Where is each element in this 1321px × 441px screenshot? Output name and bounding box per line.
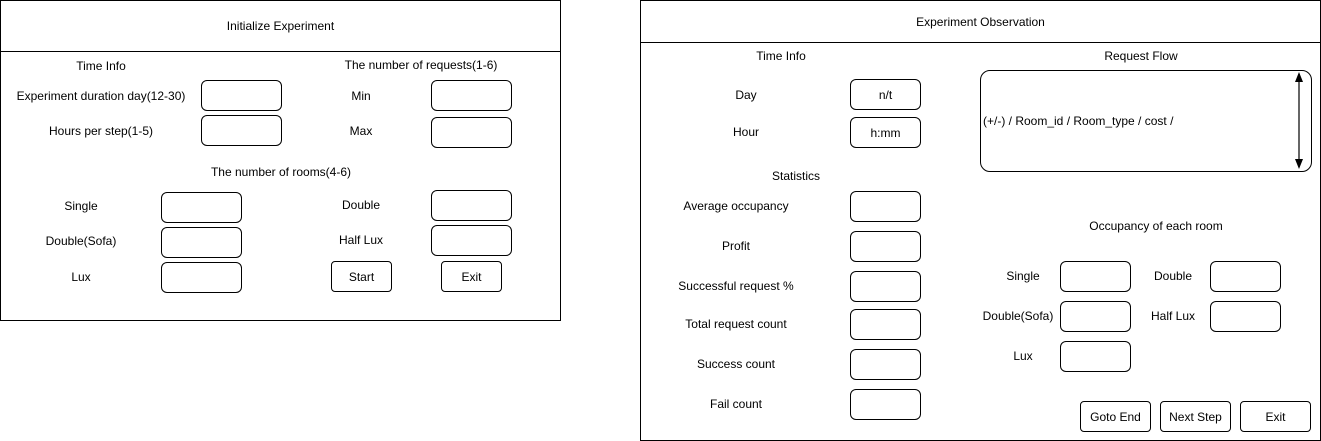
time-info-heading: Time Info	[756, 49, 806, 63]
max-label: Max	[349, 124, 373, 138]
double-occupancy-display	[1210, 261, 1281, 292]
arrow-up-icon[interactable]	[1295, 72, 1303, 82]
single-label: Single	[64, 199, 98, 213]
window-titlebar: Initialize Experiment	[1, 1, 560, 52]
window-title: Experiment Observation	[916, 14, 1045, 29]
hour-display: h:mm	[850, 117, 921, 148]
lux-label: Lux	[71, 270, 91, 284]
total-request-count-label: Total request count	[685, 317, 787, 331]
single-rooms-input[interactable]	[161, 192, 242, 223]
max-requests-input[interactable]	[431, 117, 512, 148]
double-rooms-input[interactable]	[431, 190, 512, 221]
request-flow-list[interactable]: (+/-) / Room_id / Room_type / cost /	[980, 70, 1312, 172]
hours-per-step-input[interactable]	[201, 115, 282, 146]
double-label: Double	[341, 198, 381, 212]
fail-count-display	[850, 389, 921, 420]
lux-label: Lux	[1013, 349, 1033, 363]
arrow-down-icon[interactable]	[1295, 159, 1303, 169]
successful-request-pct-label: Successful request %	[678, 279, 794, 293]
initialize-experiment-window: Initialize Experiment Time Info Experime…	[0, 0, 561, 321]
success-count-label: Success count	[696, 357, 776, 371]
rooms-heading: The number of rooms(4-6)	[210, 165, 352, 179]
time-info-heading: Time Info	[76, 59, 126, 73]
request-flow-entry: (+/-) / Room_id / Room_type / cost /	[983, 114, 1174, 128]
average-occupancy-display	[850, 191, 921, 222]
success-count-display	[850, 349, 921, 380]
single-label: Single	[1006, 269, 1040, 283]
exit-button[interactable]: Exit	[1240, 401, 1311, 432]
double-sofa-occupancy-display	[1060, 301, 1131, 332]
lux-rooms-input[interactable]	[161, 262, 242, 293]
successful-request-pct-display	[850, 271, 921, 302]
duration-input[interactable]	[201, 80, 282, 111]
double-label: Double	[1153, 269, 1193, 283]
request-flow-heading: Request Flow	[1104, 49, 1178, 63]
double-sofa-label: Double(Sofa)	[45, 234, 117, 248]
total-request-count-display	[850, 309, 921, 340]
duration-label: Experiment duration day(12-30)	[16, 89, 186, 103]
average-occupancy-label: Average occupancy	[683, 199, 789, 213]
profit-display	[850, 231, 921, 262]
fail-count-label: Fail count	[709, 397, 763, 411]
window-titlebar: Experiment Observation	[641, 1, 1320, 43]
scrollbar[interactable]	[1289, 70, 1309, 172]
start-button[interactable]: Start	[331, 261, 392, 292]
hours-per-step-label: Hours per step(1-5)	[48, 124, 154, 138]
double-sofa-rooms-input[interactable]	[161, 227, 242, 258]
experiment-observation-window: Experiment Observation Time Info Day n/t…	[640, 0, 1321, 441]
half-lux-label: Half Lux	[1150, 309, 1196, 323]
requests-heading: The number of requests(1-6)	[344, 58, 498, 72]
half-lux-occupancy-display	[1210, 301, 1281, 332]
day-label: Day	[735, 88, 757, 102]
goto-end-button[interactable]: Goto End	[1080, 401, 1151, 432]
half-lux-rooms-input[interactable]	[431, 225, 512, 256]
day-display: n/t	[850, 79, 921, 110]
min-label: Min	[351, 89, 371, 103]
single-occupancy-display	[1060, 261, 1131, 292]
hour-label: Hour	[732, 125, 760, 139]
double-sofa-label: Double(Sofa)	[982, 309, 1054, 323]
profit-label: Profit	[721, 239, 751, 253]
window-title: Initialize Experiment	[226, 19, 335, 33]
next-step-button[interactable]: Next Step	[1160, 401, 1231, 432]
occupancy-heading: Occupancy of each room	[1089, 219, 1223, 233]
statistics-heading: Statistics	[771, 169, 821, 183]
exit-button[interactable]: Exit	[441, 261, 502, 292]
min-requests-input[interactable]	[431, 80, 512, 111]
half-lux-label: Half Lux	[338, 233, 384, 247]
lux-occupancy-display	[1060, 341, 1131, 372]
